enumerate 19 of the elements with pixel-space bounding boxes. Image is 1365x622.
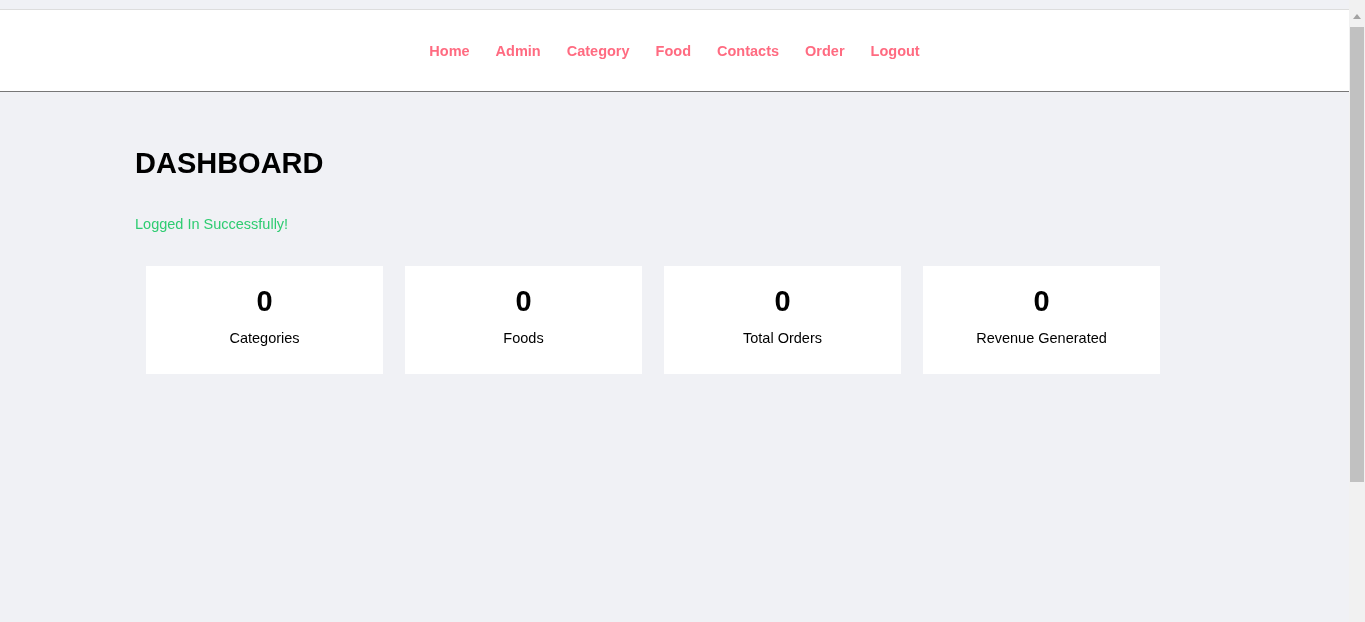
nav-link[interactable]: Contacts bbox=[717, 42, 780, 59]
page-title: DASHBOARD bbox=[135, 147, 324, 180]
nav-link[interactable]: Home bbox=[429, 42, 470, 59]
nav-link[interactable]: Category bbox=[566, 42, 630, 59]
success-message: Logged In Successfully! bbox=[135, 216, 290, 232]
stat-label: Foods bbox=[503, 330, 544, 346]
stat-label: Revenue Generated bbox=[976, 330, 1107, 346]
nav-link[interactable]: Admin bbox=[495, 42, 541, 59]
scrollbar-thumb[interactable] bbox=[1350, 27, 1364, 482]
stat-value: 0 bbox=[774, 285, 791, 318]
nav-link[interactable]: Food bbox=[655, 42, 691, 59]
stat-label: Categories bbox=[229, 330, 300, 346]
stat-label: Total Orders bbox=[743, 330, 822, 346]
stat-value: 0 bbox=[256, 285, 273, 318]
scroll-up-icon[interactable] bbox=[1353, 14, 1361, 19]
stat-value: 0 bbox=[1033, 285, 1050, 318]
nav-link[interactable]: Logout bbox=[870, 42, 920, 59]
nav-link[interactable]: Order bbox=[805, 42, 845, 59]
stat-value: 0 bbox=[515, 285, 532, 318]
